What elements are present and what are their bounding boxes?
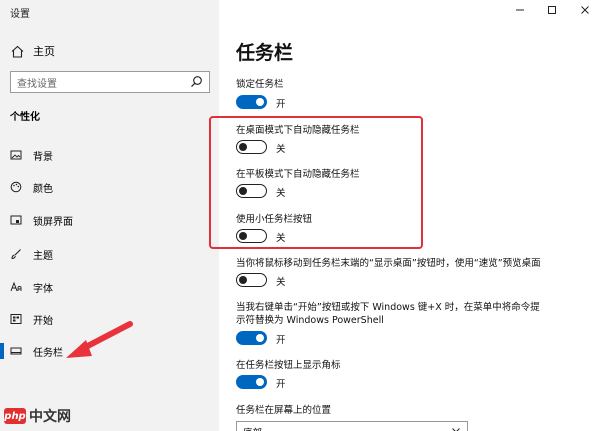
sidebar-home[interactable]: 主页 (10, 43, 55, 59)
section-title: 个性化 (10, 112, 40, 123)
watermark: php 中文网 (4, 406, 71, 426)
toggle-state: 开 (276, 379, 286, 390)
start-icon (10, 313, 22, 325)
chevron-down-icon (451, 425, 461, 431)
home-icon (10, 44, 24, 58)
toggle-knob (239, 275, 247, 284)
sidebar-item-lock-screen[interactable]: 锁屏界面 (10, 212, 190, 228)
sidebar: 设置 主页 查找设置 个性化 背景 颜色 锁屏界面 主题 字体 开始 任务栏 p… (0, 0, 219, 431)
sidebar-item-label: 主题 (33, 250, 53, 262)
sidebar-item-background[interactable]: 背景 (10, 147, 190, 163)
settings-window: 设置 主页 查找设置 个性化 背景 颜色 锁屏界面 主题 字体 开始 任务栏 p… (0, 0, 600, 431)
sidebar-item-label: 颜色 (33, 183, 53, 195)
picture-icon (10, 149, 22, 161)
sidebar-home-label: 主页 (33, 45, 55, 58)
page-title: 任务栏 (236, 42, 294, 64)
position-dropdown[interactable]: 底部 (236, 421, 468, 431)
toggle-state: 关 (276, 277, 286, 288)
toggle-knob (256, 98, 264, 106)
sidebar-item-label: 开始 (33, 315, 53, 327)
selection-indicator (0, 343, 4, 359)
sidebar-item-label: 背景 (33, 151, 53, 163)
sidebar-item-label: 任务栏 (33, 347, 63, 359)
font-icon (10, 281, 22, 293)
sidebar-item-label: 锁屏界面 (33, 216, 73, 228)
sidebar-item-themes[interactable]: 主题 (10, 246, 190, 262)
sidebar-item-label: 字体 (33, 283, 53, 295)
toggle-lock-taskbar[interactable] (236, 95, 267, 109)
watermark-text: 中文网 (29, 409, 71, 425)
setting-label-peek: 当你将鼠标移动到任务栏末端的“显示桌面”按钮时，使用“速览”预览桌面 (236, 258, 541, 269)
brush-icon (10, 248, 22, 260)
setting-label-powershell-line2: 示符替换为 Windows PowerShell (236, 315, 384, 326)
setting-label-powershell-line1: 当我右键单击“开始”按钮或按下 Windows 键+X 时，在菜单中将命令提 (236, 302, 540, 313)
lock-screen-icon (10, 214, 22, 226)
search-icon[interactable] (190, 75, 204, 89)
toggle-knob (256, 378, 264, 386)
setting-label-badges: 在任务栏按钮上显示角标 (236, 360, 341, 371)
window-title: 设置 (10, 9, 30, 20)
setting-label-lock-taskbar: 锁定任务栏 (236, 79, 284, 90)
search-placeholder: 查找设置 (17, 78, 57, 90)
toggle-state: 开 (276, 335, 286, 346)
sidebar-item-colors[interactable]: 颜色 (10, 179, 190, 195)
sidebar-item-fonts[interactable]: 字体 (10, 279, 190, 295)
taskbar-icon (10, 345, 22, 357)
toggle-powershell[interactable] (236, 331, 267, 345)
palette-icon (10, 181, 22, 193)
toggle-knob (256, 334, 264, 342)
toggle-peek[interactable] (236, 273, 267, 287)
toggle-badges[interactable] (236, 375, 267, 389)
search-input[interactable]: 查找设置 (10, 71, 210, 93)
setting-label-position: 任务栏在屏幕上的位置 (236, 405, 332, 416)
toggle-state: 开 (276, 99, 286, 110)
highlight-box (209, 116, 423, 249)
watermark-logo: php (4, 408, 26, 424)
arrow-annotation-icon (66, 321, 133, 358)
